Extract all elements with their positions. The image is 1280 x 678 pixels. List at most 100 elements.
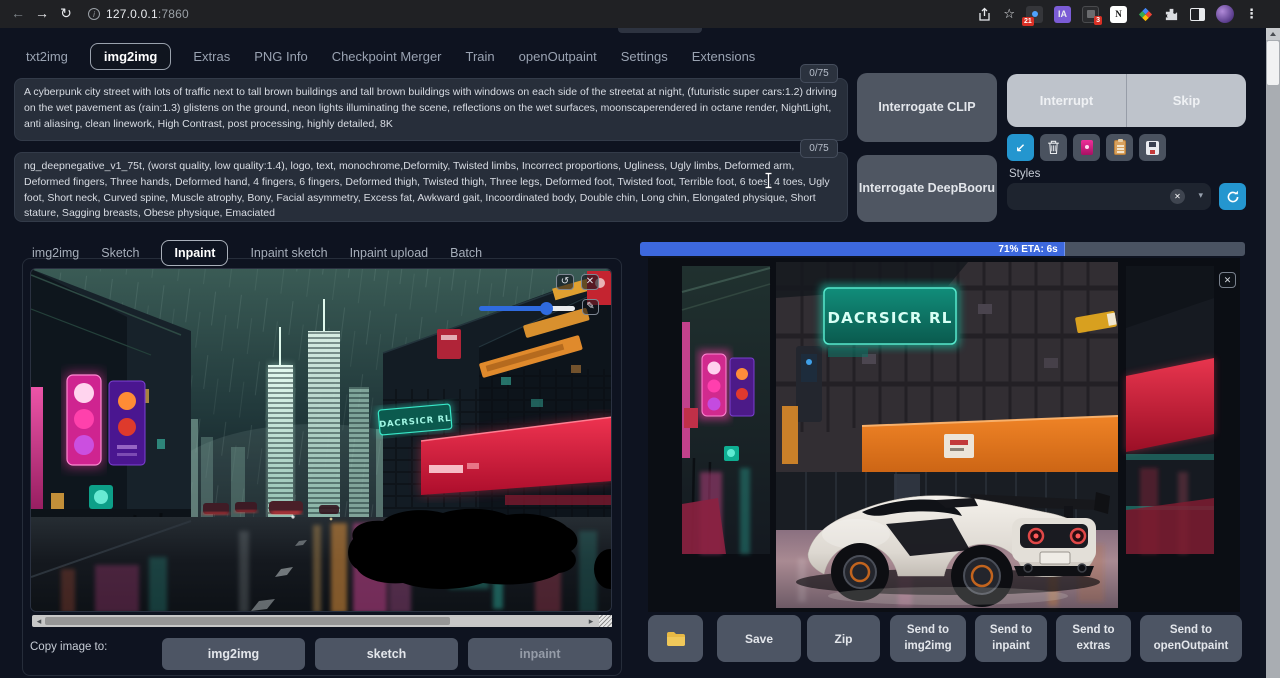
prompt-token-counter: 0/75 (800, 64, 838, 83)
browser-actions: ☆ 21 IA 3 N ⋮ (977, 4, 1258, 24)
apply-styles-button[interactable] (1106, 134, 1133, 161)
close-preview-icon[interactable]: ✕ (1219, 272, 1236, 288)
preview-sign-text: DACRSICR RL (827, 309, 952, 327)
generation-progress-bar: 71% ETA: 6s (640, 242, 1245, 256)
inpaint-canvas[interactable]: DACRSICR RL (30, 268, 612, 612)
refresh-styles-button[interactable] (1219, 183, 1246, 210)
slider-track[interactable] (479, 306, 575, 311)
scroll-left-icon[interactable]: ◂ (33, 615, 45, 627)
browser-forward-icon[interactable]: → (32, 3, 52, 23)
trash-icon (1047, 140, 1060, 155)
site-info-icon[interactable]: i (88, 8, 100, 20)
extensions-puzzle-icon[interactable] (1164, 7, 1179, 22)
scroll-right-icon[interactable]: ▸ (585, 615, 597, 627)
paste-parameters-button[interactable]: ↙ (1007, 134, 1034, 161)
profile-avatar[interactable] (1216, 5, 1234, 23)
img2img-mode-tabs: img2img Sketch Inpaint Inpaint sketch In… (32, 240, 482, 266)
tab-extras[interactable]: Extras (191, 44, 232, 69)
page-scrollbar[interactable] (1266, 28, 1280, 678)
extension-icon-1[interactable]: 21 (1026, 6, 1043, 23)
extension-icon-ia[interactable]: IA (1054, 6, 1071, 23)
interrogate-deepbooru-button[interactable]: Interrogate DeepBooru (857, 155, 997, 222)
brush-size-slider[interactable] (479, 302, 575, 315)
live-preview-image[interactable]: DACRSICR RL (648, 258, 1240, 612)
styles-dropdown[interactable]: ✕ ▾ (1007, 183, 1211, 210)
clear-prompt-button[interactable] (1040, 134, 1067, 161)
interrupt-button[interactable]: Interrupt (1007, 74, 1127, 127)
side-panel-icon[interactable] (1190, 8, 1205, 21)
share-icon[interactable] (977, 7, 992, 22)
zip-button[interactable]: Zip (807, 615, 880, 662)
copy-to-sketch-button[interactable]: sketch (315, 638, 458, 670)
brush-tool-icon[interactable]: ✎ (582, 299, 599, 315)
scrollbar-up-arrow[interactable] (1266, 28, 1280, 40)
mode-tab-sketch[interactable]: Sketch (101, 242, 139, 264)
preview-center-image: DACRSICR RL (776, 262, 1118, 608)
browser-reload-icon[interactable]: ↻ (56, 3, 76, 23)
tab-extensions[interactable]: Extensions (690, 44, 758, 69)
bookmark-star-icon[interactable]: ☆ (1003, 6, 1015, 22)
tab-train[interactable]: Train (464, 44, 497, 69)
address-bar[interactable]: 127.0.0.1:7860 (106, 7, 189, 21)
save-style-button[interactable] (1139, 134, 1166, 161)
scrollbar-thumb[interactable] (1267, 41, 1279, 85)
tab-checkpoint-merger[interactable]: Checkpoint Merger (330, 44, 444, 69)
save-button[interactable]: Save (717, 615, 801, 662)
slider-thumb[interactable] (540, 302, 553, 315)
app-window: ← → ↻ i 127.0.0.1:7860 ☆ 21 IA 3 N ⋮ txt… (0, 0, 1280, 678)
negative-prompt-input[interactable]: ng_deepnegative_v1_75t, (worst quality, … (14, 152, 848, 222)
tab-img2img[interactable]: img2img (90, 43, 171, 70)
tab-txt2img[interactable]: txt2img (24, 44, 70, 69)
mode-tab-inpaint-upload[interactable]: Inpaint upload (350, 242, 429, 264)
styles-clear-icon[interactable]: ✕ (1170, 189, 1185, 204)
diamond-color-icon[interactable] (1138, 7, 1153, 22)
tab-settings[interactable]: Settings (619, 44, 670, 69)
browser-menu-icon[interactable]: ⋮ (1245, 6, 1258, 22)
notion-label: N (1115, 9, 1122, 19)
prompt-tool-row: ↙ (1007, 134, 1166, 161)
live-preview-gallery[interactable]: DACRSICR RL (648, 258, 1240, 612)
send-to-extras-button[interactable]: Send to extras (1056, 615, 1131, 662)
send-to-openoutpaint-button[interactable]: Send to openOutpaint (1140, 615, 1242, 662)
folder-icon (666, 631, 686, 647)
extension-icon-2[interactable]: 3 (1082, 6, 1099, 23)
browser-toolbar: ← → ↻ i 127.0.0.1:7860 ☆ 21 IA 3 N ⋮ (0, 0, 1280, 28)
copy-image-to-label: Copy image to: (30, 641, 107, 653)
clear-image-icon[interactable]: ✕ (581, 274, 599, 290)
teal-sign: DACRSICR RL (820, 284, 960, 357)
canvas-horizontal-scrollbar[interactable]: ◂ ▸ (32, 615, 610, 627)
send-to-img2img-button[interactable]: Send to img2img (890, 615, 966, 662)
prompt-input[interactable]: A cyberpunk city street with lots of tra… (14, 78, 848, 141)
url-port: :7860 (158, 7, 189, 21)
mode-tab-img2img[interactable]: img2img (32, 242, 79, 264)
browser-back-icon[interactable]: ← (8, 3, 28, 23)
main-tab-bar: txt2img img2img Extras PNG Info Checkpoi… (24, 42, 757, 70)
progress-fill: 71% ETA: 6s (640, 242, 1065, 256)
notion-icon[interactable]: N (1110, 6, 1127, 23)
resize-grip[interactable] (599, 615, 612, 627)
skip-button[interactable]: Skip (1127, 74, 1246, 127)
url-host: 127.0.0.1 (106, 7, 158, 21)
inpaint-source-image[interactable]: DACRSICR RL (31, 269, 612, 612)
interrogate-clip-button[interactable]: Interrogate CLIP (857, 73, 997, 142)
clipboard-icon (1114, 140, 1126, 155)
mouse-text-cursor (763, 172, 774, 189)
h-scrollbar-thumb[interactable] (45, 617, 450, 625)
canvas-controls: ↺ ✕ (556, 274, 599, 290)
chevron-down-icon[interactable]: ▾ (1198, 190, 1203, 201)
copy-to-inpaint-button[interactable]: inpaint (468, 638, 612, 670)
mode-tab-inpaint[interactable]: Inpaint (161, 240, 228, 266)
negative-prompt-token-counter: 0/75 (800, 139, 838, 158)
tab-openoutpaint[interactable]: openOutpaint (517, 44, 599, 69)
open-folder-button[interactable] (648, 615, 703, 662)
undo-icon[interactable]: ↺ (556, 274, 574, 290)
mode-tab-batch[interactable]: Batch (450, 242, 482, 264)
refresh-icon (1226, 190, 1240, 204)
card-icon (1081, 140, 1093, 155)
copy-to-img2img-button[interactable]: img2img (162, 638, 305, 670)
tab-png-info[interactable]: PNG Info (252, 44, 309, 69)
preview-right-strip (1126, 266, 1214, 554)
extra-networks-button[interactable] (1073, 134, 1100, 161)
mode-tab-inpaint-sketch[interactable]: Inpaint sketch (250, 242, 327, 264)
send-to-inpaint-button[interactable]: Send to inpaint (975, 615, 1047, 662)
